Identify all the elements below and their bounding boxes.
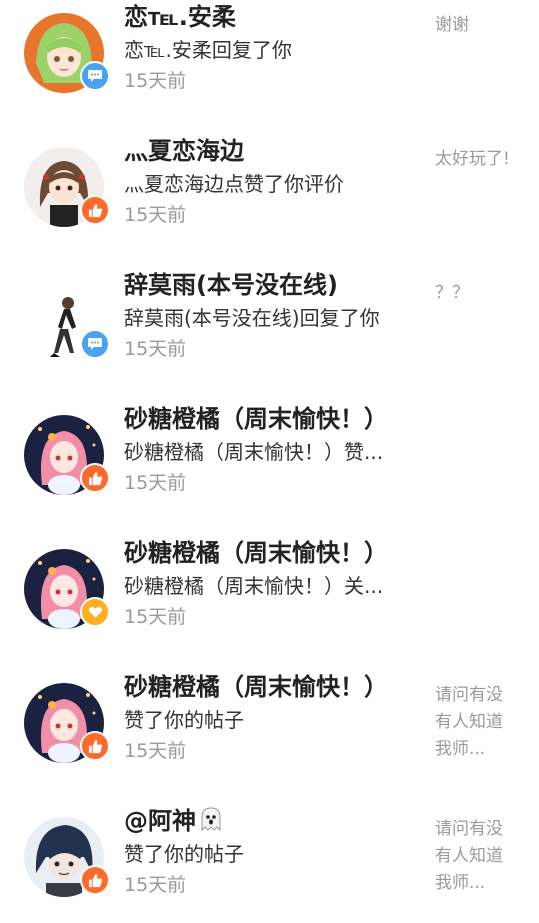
thumbs-up-icon <box>80 865 110 895</box>
sender-name[interactable]: 恋℡.安柔 <box>124 2 414 32</box>
notification-action: 赞了你的帖子 <box>124 708 244 732</box>
sender-name[interactable]: @阿神 <box>124 806 414 836</box>
avatar[interactable] <box>24 683 110 763</box>
notification-action: 赞了你的帖子 <box>124 842 244 866</box>
notification-item[interactable]: 砂糖橙橘（周末愉快！） 砂糖橙橘（周末愉快！）赞... 15天前 <box>0 402 539 536</box>
content-preview[interactable]: 谢谢 <box>435 12 515 39</box>
sender-name[interactable]: 砂糖橙橘（周末愉快！） <box>124 538 414 568</box>
notification-item[interactable]: 砂糖橙橘（周末愉快！） 砂糖橙橘（周末愉快！）关... 15天前 <box>0 536 539 670</box>
timestamp: 15天前 <box>124 740 187 762</box>
avatar[interactable] <box>24 549 110 629</box>
content-preview[interactable]: 请问有没有人知道我师... <box>435 682 515 763</box>
thumbs-up-icon <box>80 463 110 493</box>
notification-action: 恋℡.安柔回复了你 <box>124 38 292 62</box>
timestamp: 15天前 <box>124 472 187 494</box>
notification-action: 灬夏恋海边点赞了你评价 <box>124 172 344 196</box>
sender-name[interactable]: 灬夏恋海边 <box>124 136 414 166</box>
timestamp: 15天前 <box>124 338 187 360</box>
sender-name[interactable]: 砂糖橙橘（周末愉快！） <box>124 404 414 434</box>
content-preview[interactable]: 请问有没有人知道我师... <box>435 816 515 897</box>
timestamp: 15天前 <box>124 874 187 896</box>
avatar[interactable] <box>24 817 110 897</box>
timestamp: 15天前 <box>124 204 187 226</box>
notification-action: 辞莫雨(本号没在线)回复了你 <box>124 306 380 330</box>
avatar[interactable] <box>24 415 110 495</box>
content-preview[interactable]: 太好玩了! <box>435 146 515 173</box>
notification-item[interactable]: 砂糖橙橘（周末愉快！） 赞了你的帖子 15天前 请问有没有人知道我师... <box>0 670 539 804</box>
sender-name[interactable]: 砂糖橙橘（周末愉快！） <box>124 672 414 702</box>
notification-item[interactable]: 辞莫雨(本号没在线) 辞莫雨(本号没在线)回复了你 15天前 ？？ <box>0 268 539 402</box>
notification-action: 砂糖橙橘（周末愉快！）赞... <box>124 440 384 464</box>
timestamp: 15天前 <box>124 70 187 92</box>
comment-icon <box>80 329 110 359</box>
avatar[interactable] <box>24 281 110 361</box>
notification-action: 砂糖橙橘（周末愉快！）关... <box>124 574 384 598</box>
thumbs-up-icon <box>80 195 110 225</box>
avatar[interactable] <box>24 147 110 227</box>
sender-name[interactable]: 辞莫雨(本号没在线) <box>124 270 414 300</box>
timestamp: 15天前 <box>124 606 187 628</box>
comment-icon <box>80 61 110 91</box>
ghost-emoji-icon <box>201 807 221 832</box>
notification-item[interactable]: @阿神 赞了你的帖子 15天前 请问有没有人知道我师... <box>0 804 539 923</box>
thumbs-up-icon <box>80 731 110 761</box>
avatar[interactable] <box>24 13 110 93</box>
notification-item[interactable]: 恋℡.安柔 恋℡.安柔回复了你 15天前 谢谢 <box>0 0 539 134</box>
heart-icon <box>80 597 110 627</box>
sender-name-text: @阿神 <box>124 807 196 835</box>
notification-item[interactable]: 灬夏恋海边 灬夏恋海边点赞了你评价 15天前 太好玩了! <box>0 134 539 268</box>
content-preview[interactable]: ？？ <box>435 280 515 307</box>
